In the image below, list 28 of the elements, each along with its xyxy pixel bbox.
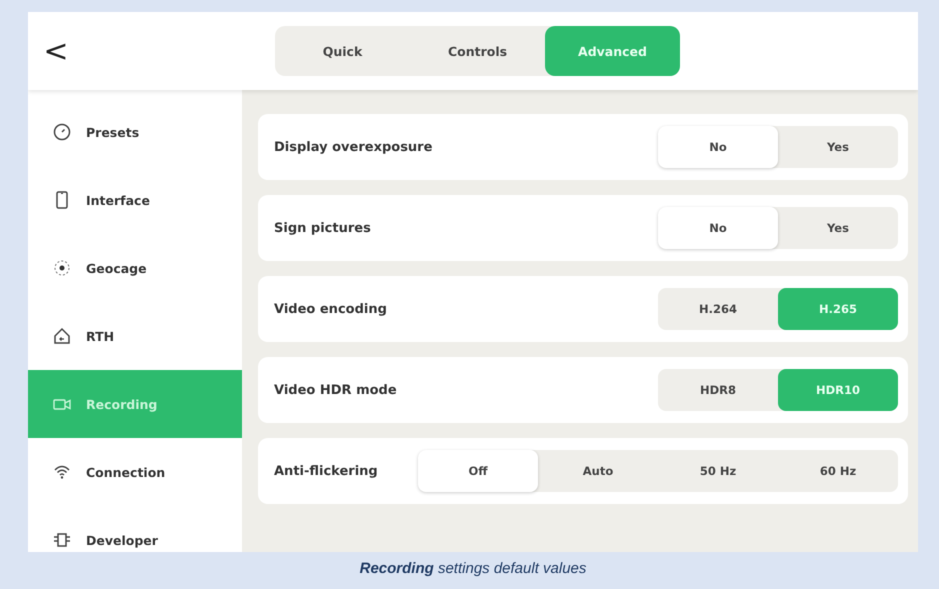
- segment-option[interactable]: 60 Hz: [778, 450, 898, 492]
- gauge-icon: [52, 122, 72, 142]
- segment-option[interactable]: Yes: [778, 207, 898, 249]
- tab[interactable]: Controls: [410, 26, 545, 76]
- setting-label: Video encoding: [274, 302, 388, 316]
- setting-label: Anti-flickering: [274, 464, 379, 478]
- sidebar-item[interactable]: Presets: [28, 98, 242, 166]
- segment-option[interactable]: 50 Hz: [658, 450, 778, 492]
- segment-option[interactable]: HDR8: [658, 369, 778, 411]
- segment-option[interactable]: H.264: [658, 288, 778, 330]
- target-icon: [52, 258, 72, 278]
- sidebar-item[interactable]: RTH: [28, 302, 242, 370]
- sidebar-item[interactable]: Connection: [28, 438, 242, 506]
- sidebar-item[interactable]: Interface: [28, 166, 242, 234]
- segment-option[interactable]: No: [658, 126, 778, 168]
- setting-label: Sign pictures: [274, 220, 372, 236]
- back-button[interactable]: <: [36, 34, 76, 68]
- setting-label: Video HDR mode: [274, 382, 398, 398]
- segment-option[interactable]: Yes: [778, 126, 898, 168]
- segment-option[interactable]: Off: [418, 450, 538, 492]
- segment-option[interactable]: Auto: [538, 450, 658, 492]
- home-icon: [52, 326, 72, 346]
- sidebar-item[interactable]: Developer: [28, 506, 242, 552]
- tab[interactable]: Quick: [275, 26, 410, 76]
- sidebar-item[interactable]: Geocage: [28, 234, 242, 302]
- figure-caption: Recording settings default values: [358, 559, 588, 577]
- segment-option[interactable]: No: [658, 207, 778, 249]
- setting-label: Display overexposure: [274, 140, 434, 154]
